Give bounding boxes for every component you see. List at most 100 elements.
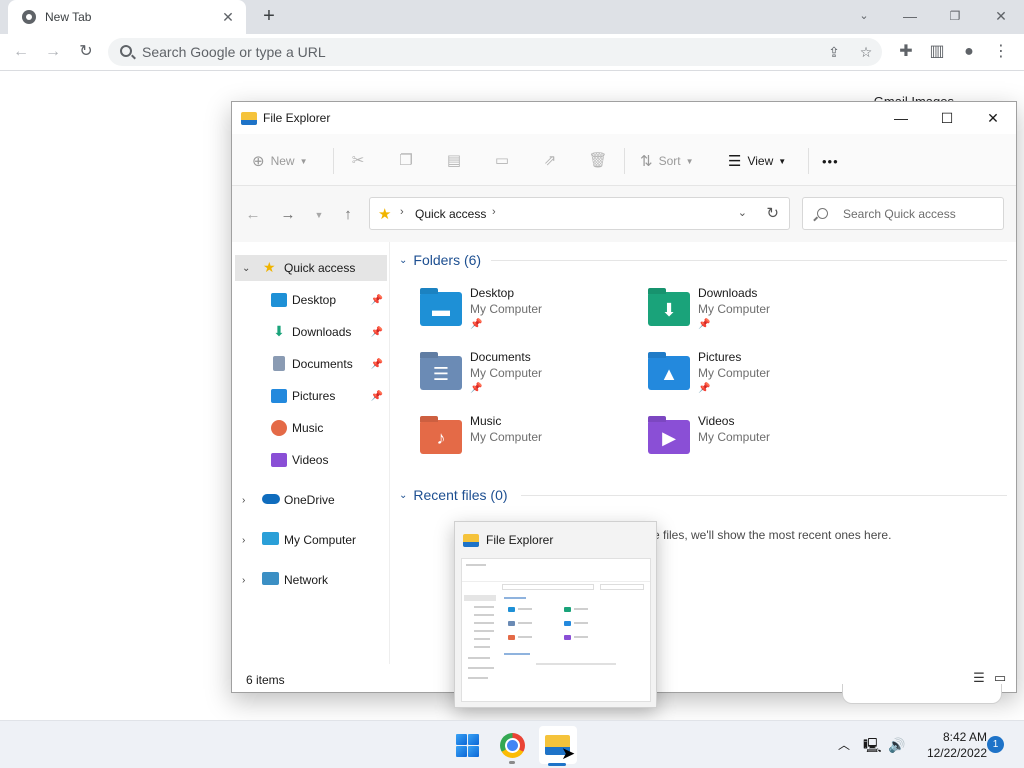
explorer-titlebar[interactable]: File Explorer — ☐ ✕ [232,102,1016,134]
reload-icon[interactable]: ↻ [75,41,97,63]
explorer-minimize-button[interactable]: — [878,102,924,134]
chrome-taskbar-icon[interactable] [500,733,525,758]
back-arrow-icon[interactable]: ← [10,41,32,63]
sidebar-label: Quick access [284,261,356,275]
side-panel-icon[interactable]: ▥ [926,41,948,63]
explorer-maximize-button[interactable]: ☐ [924,102,970,134]
search-input[interactable]: Search Quick access [802,197,1004,230]
details-view-icon[interactable]: ☰ [971,671,987,685]
pin-icon[interactable]: 📌 [371,359,383,370]
volume-icon[interactable]: 🔊 [888,736,906,754]
mini-line [474,622,494,624]
sidebar-item-onedrive[interactable]: › OneDrive [235,487,387,513]
separator [624,148,625,174]
back-arrow-icon[interactable]: ← [243,206,263,224]
folder-tile-desktop[interactable]: ▬ Desktop My Computer 📌 [420,286,635,344]
tab-search-chevron-icon[interactable]: ⌄ [849,4,879,28]
folder-tile-pictures[interactable]: ▲ Pictures My Computer 📌 [648,350,863,408]
sidebar-label: Pictures [292,389,336,403]
sidebar-item-desktop[interactable]: Desktop 📌 [235,287,387,313]
folders-group-header[interactable]: ⌄ Folders (6) [399,249,481,271]
sidebar-item-network[interactable]: › Network [235,567,387,593]
expand-chevron-icon[interactable]: › [242,575,245,586]
sidebar-item-music[interactable]: Music [235,415,387,441]
folder-tile-documents[interactable]: ☰ Documents My Computer 📌 [420,350,635,408]
pin-icon[interactable]: 📌 [371,391,383,402]
copy-icon[interactable]: ❐ [396,151,416,171]
new-plus-icon: ⊕ [252,153,265,170]
folder-tile-downloads[interactable]: ⬇ Downloads My Computer 📌 [648,286,863,344]
mini-line [474,646,490,648]
address-dropdown-icon[interactable]: ⌄ [738,206,747,219]
notification-badge[interactable]: 1 [987,736,1004,753]
network-monitor-icon[interactable]: 🖳 [863,736,882,754]
desktop-folder-icon: ▬ [420,292,462,326]
explorer-close-button[interactable]: ✕ [970,102,1016,134]
view-button[interactable]: ☰ View ▼ [728,150,786,172]
sidebar-item-quick-access[interactable]: ⌄ ★ Quick access [235,255,387,281]
documents-folder-icon: ☰ [420,356,462,390]
mini-line [474,630,494,632]
bookmark-star-icon[interactable]: ☆ [856,42,876,62]
mini-line [600,584,644,590]
browser-restore-button[interactable]: ❐ [940,4,970,28]
mini-line [474,614,494,616]
rename-icon[interactable]: ▭ [492,151,512,171]
mini-line [462,581,650,582]
sidebar-label: Network [284,573,329,587]
browser-tab[interactable]: New Tab ✕ [8,0,246,34]
forward-arrow-icon[interactable]: → [42,41,64,63]
pin-icon[interactable]: 📌 [371,295,383,306]
folder-tile-music[interactable]: ♪ Music My Computer [420,414,635,472]
share-icon[interactable]: ⇗ [540,151,560,171]
paste-icon[interactable]: ▤ [444,151,464,171]
browser-minimize-button[interactable]: — [895,4,925,28]
profile-avatar-icon[interactable]: ● [958,41,980,63]
file-explorer-icon [241,111,257,125]
delete-icon[interactable]: 🗑 [588,151,608,171]
pin-icon: 📌 [470,383,483,394]
sort-label: Sort [658,154,681,168]
taskbar-thumbnail-preview[interactable]: File Explorer [454,521,657,708]
more-options-button[interactable]: ••• [822,150,839,172]
new-tab-button[interactable]: + [258,6,280,28]
extensions-puzzle-icon[interactable]: ✚ [895,41,917,63]
share-icon[interactable]: ⇪ [824,42,844,62]
collapse-chevron-icon: ⌄ [399,489,408,501]
quick-access-star-icon: ★ [378,206,392,223]
sidebar-item-pictures[interactable]: Pictures 📌 [235,383,387,409]
browser-menu-icon[interactable]: ⋮ [990,41,1012,63]
sidebar-item-downloads[interactable]: ⬇ Downloads 📌 [235,319,387,345]
cut-icon[interactable]: ✂ [348,151,368,171]
address-bar[interactable]: ★ › Quick access › ⌄ ↻ [369,197,790,230]
browser-close-button[interactable]: ✕ [986,4,1016,28]
refresh-icon[interactable]: ↻ [766,204,779,222]
system-clock[interactable]: 8:42 AM 12/22/2022 [917,729,987,761]
show-hidden-icons-chevron-icon[interactable]: ︿ [835,736,853,754]
sort-button[interactable]: ⇅ Sort ▼ [640,150,694,172]
sidebar-item-documents[interactable]: Documents 📌 [235,351,387,377]
recent-group-header[interactable]: ⌄ Recent files (0) [399,484,508,506]
folder-location: My Computer [698,430,771,444]
new-button[interactable]: ⊕ New ▼ [252,150,308,172]
tab-close-button[interactable]: ✕ [220,9,236,25]
forward-arrow-icon[interactable]: → [278,206,298,224]
chrome-favicon-icon [22,10,36,24]
mini-line [504,597,526,599]
sidebar-item-videos[interactable]: Videos [235,447,387,473]
up-arrow-icon[interactable]: ↑ [338,206,358,224]
omnibox[interactable]: Search Google or type a URL ⇪ ☆ [108,38,882,66]
collapse-chevron-icon[interactable]: ⌄ [242,263,250,274]
folder-tile-videos[interactable]: ▶ Videos My Computer [648,414,863,472]
pin-icon[interactable]: 📌 [371,327,383,338]
tiles-view-icon[interactable]: ▭ [992,671,1008,685]
expand-chevron-icon[interactable]: › [242,495,245,506]
expand-chevron-icon[interactable]: › [242,535,245,546]
sidebar-item-my-computer[interactable]: › My Computer [235,527,387,553]
recent-locations-chevron-icon[interactable]: ▼ [309,206,329,224]
chevron-right-icon[interactable]: › [492,206,496,218]
breadcrumb-quick-access[interactable]: Quick access [415,207,486,221]
sort-icon: ⇅ [640,153,653,170]
windows-start-icon[interactable] [456,734,479,757]
mini-line [518,622,532,624]
